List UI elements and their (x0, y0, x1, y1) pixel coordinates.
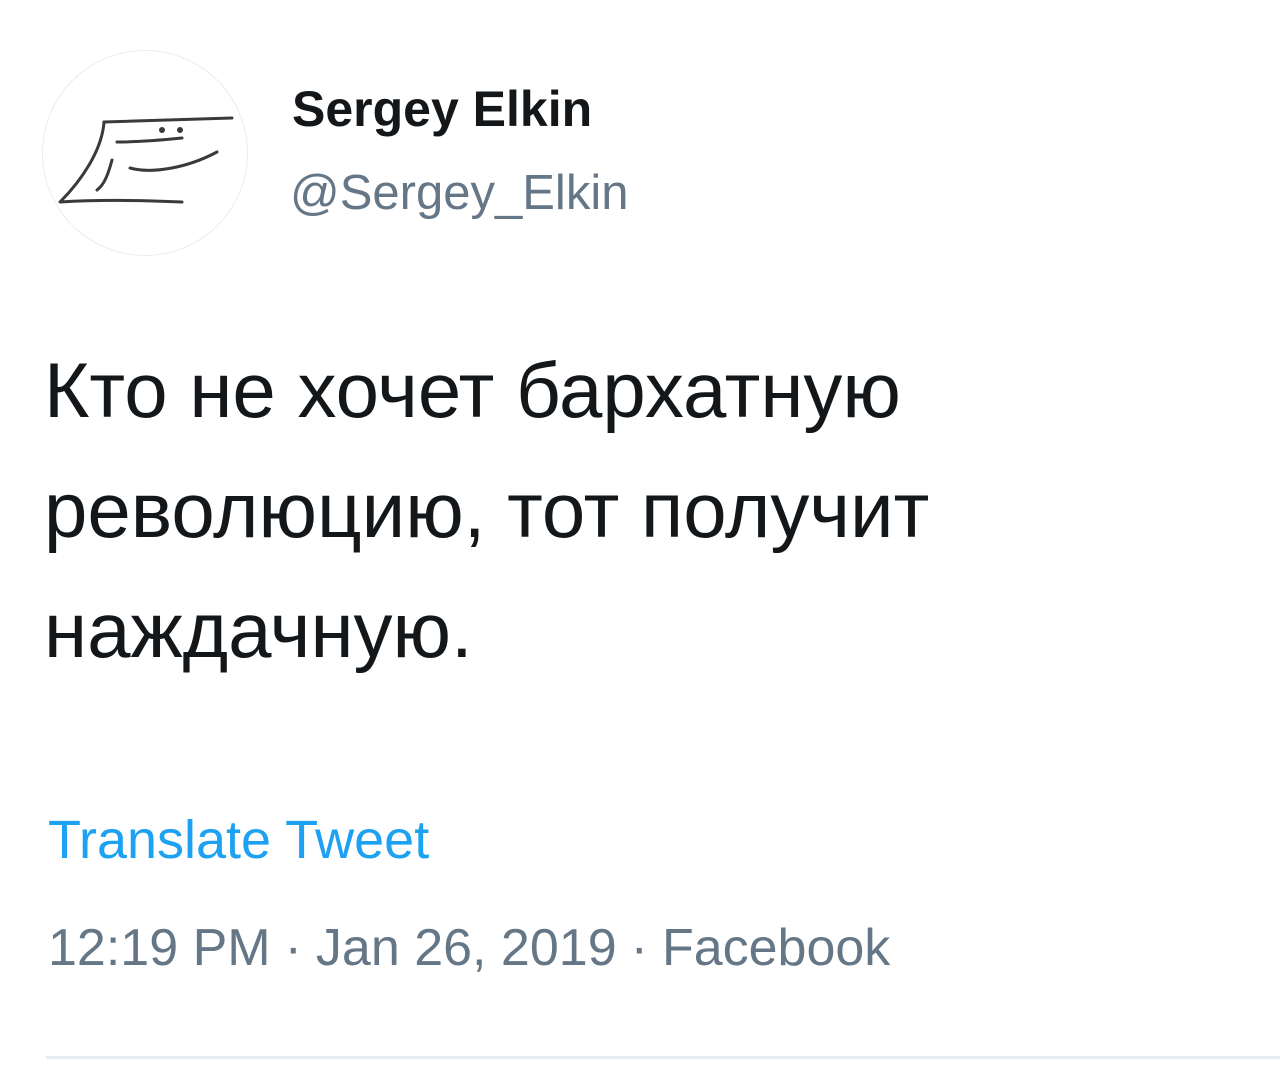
tweet-date[interactable]: Jan 26, 2019 (316, 919, 617, 977)
divider (46, 1056, 1280, 1059)
tweet-text-line: Кто не хочет бархатную (44, 346, 901, 434)
iron-face-avatar-icon (58, 116, 234, 204)
tweet-source[interactable]: Facebook (662, 919, 890, 977)
tweet-card: Sergey Elkin @Sergey_Elkin Кто не хочет … (0, 0, 1280, 1065)
separator: · (630, 919, 648, 977)
tweet-metadata: 12:19 PM · Jan 26, 2019 · Facebook (48, 916, 890, 980)
avatar[interactable] (42, 50, 248, 256)
separator: · (284, 919, 302, 977)
author-handle[interactable]: @Sergey_Elkin (290, 164, 628, 222)
tweet-text: Кто не хочет бархатную революцию, тот по… (44, 330, 1254, 690)
tweet-time[interactable]: 12:19 PM (48, 919, 271, 977)
tweet-text-line: наждачную. (44, 586, 473, 674)
author-display-name[interactable]: Sergey Elkin (292, 80, 592, 138)
tweet-text-line: революцию, тот получит (44, 466, 930, 554)
translate-tweet-link[interactable]: Translate Tweet (48, 808, 429, 872)
